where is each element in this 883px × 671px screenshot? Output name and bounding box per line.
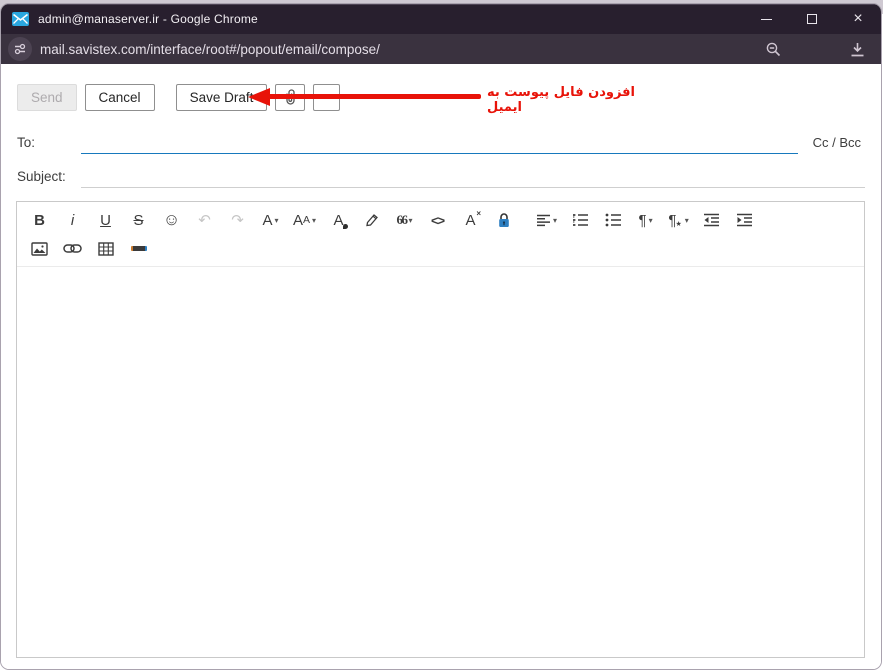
indent-icon <box>736 213 753 227</box>
to-input[interactable] <box>81 132 798 154</box>
undo-button[interactable]: ↶ <box>194 208 215 232</box>
highlighter-icon <box>364 212 380 228</box>
close-icon: × <box>853 11 862 27</box>
table-icon <box>98 242 114 256</box>
tune-icon <box>13 42 27 56</box>
browser-popup-window: admin@manaserver.ir - Google Chrome × ma… <box>0 3 882 670</box>
maximize-icon <box>807 14 817 24</box>
close-button[interactable]: × <box>835 4 881 34</box>
horizontal-rule-icon <box>131 246 147 251</box>
outdent-button[interactable] <box>701 208 722 232</box>
toolbar-row-1: B i U S ☺ ↶ ↷ A ▾ A A <box>23 205 858 235</box>
bold-button[interactable]: B <box>29 208 50 232</box>
star-icon: ★ <box>675 220 681 228</box>
browser-urlbar: mail.savistex.com/interface/root#/popout… <box>1 34 881 64</box>
italic-button[interactable]: i <box>62 208 83 232</box>
chevron-down-icon: ▾ <box>312 216 316 225</box>
quote-glyph: 66 <box>397 212 407 228</box>
redo-button[interactable]: ↷ <box>227 208 248 232</box>
subject-row: Subject: <box>17 166 881 188</box>
align-left-icon <box>536 214 551 227</box>
address-bar-url[interactable]: mail.savistex.com/interface/root#/popout… <box>40 42 380 57</box>
small-x-icon: × <box>476 209 481 218</box>
maximize-button[interactable] <box>789 4 835 34</box>
subject-input[interactable] <box>81 166 865 188</box>
code-button[interactable]: <> <box>427 208 448 232</box>
minimize-button[interactable] <box>743 4 789 34</box>
link-icon <box>63 243 82 254</box>
insert-table-button[interactable] <box>95 237 116 261</box>
unordered-list-button[interactable] <box>602 208 623 232</box>
underline-button[interactable]: U <box>95 208 116 232</box>
annotation-text: افزودن فایل پیوست به ایمیل <box>487 85 667 115</box>
align-button[interactable]: ▾ <box>536 208 557 232</box>
paragraph-special-button[interactable]: ¶ ★ ▾ <box>668 208 689 232</box>
zoom-out-button[interactable] <box>757 34 789 64</box>
paragraph-style-button[interactable]: ¶ ▾ <box>635 208 656 232</box>
window-titlebar: admin@manaserver.ir - Google Chrome × <box>1 4 881 34</box>
font-size-button[interactable]: A A ▾ <box>293 208 316 232</box>
zoom-out-icon <box>765 41 782 58</box>
ordered-list-button[interactable] <box>569 208 590 232</box>
subject-label: Subject: <box>17 169 81 188</box>
cc-bcc-link[interactable]: Cc / Bcc <box>813 135 881 154</box>
font-family-glyph: A <box>262 212 272 229</box>
color-droplet-icon <box>343 224 348 229</box>
unordered-list-icon <box>605 213 621 227</box>
rich-text-editor: B i U S ☺ ↶ ↷ A ▾ A A <box>16 201 865 658</box>
chevron-down-icon: ▾ <box>649 216 653 225</box>
chevron-down-icon: ▾ <box>275 216 279 225</box>
lock-icon <box>497 212 511 229</box>
send-button[interactable]: Send <box>17 84 77 111</box>
to-label: To: <box>17 135 81 154</box>
strikethrough-button[interactable]: S <box>128 208 149 232</box>
screen: admin@manaserver.ir - Google Chrome × ma… <box>0 0 883 671</box>
download-icon <box>849 41 866 58</box>
minimize-icon <box>761 19 772 20</box>
font-color-glyph: A <box>334 212 344 229</box>
font-size-glyph-large: A <box>293 212 303 229</box>
indent-button[interactable] <box>734 208 755 232</box>
message-body-input[interactable] <box>17 267 864 657</box>
blockquote-button[interactable]: 66 ▾ <box>394 208 415 232</box>
clear-format-glyph: A <box>466 212 476 229</box>
image-icon <box>31 242 48 256</box>
ordered-list-icon <box>572 213 588 227</box>
compose-page: Send Cancel Save Draft افزودن فایل پیوست… <box>1 64 881 669</box>
clear-format-button[interactable]: A × <box>460 208 481 232</box>
font-size-glyph-small: A <box>303 214 310 226</box>
pilcrow-glyph: ¶ <box>639 212 647 229</box>
chevron-down-icon: ▾ <box>409 216 413 225</box>
lock-button[interactable] <box>493 208 514 232</box>
to-row: To: Cc / Bcc <box>17 132 881 154</box>
insert-link-button[interactable] <box>62 237 83 261</box>
insert-image-button[interactable] <box>29 237 50 261</box>
font-color-button[interactable]: A <box>328 208 349 232</box>
emoji-button[interactable]: ☺ <box>161 208 182 232</box>
cancel-button[interactable]: Cancel <box>85 84 155 111</box>
highlight-button[interactable] <box>361 208 382 232</box>
mail-favicon-icon <box>12 12 29 26</box>
toolbar-row-2 <box>23 235 858 262</box>
annotation-arrow-line <box>267 94 481 99</box>
window-title: admin@manaserver.ir - Google Chrome <box>38 12 258 26</box>
download-button[interactable] <box>841 34 873 64</box>
editor-toolbar: B i U S ☺ ↶ ↷ A ▾ A A <box>17 202 864 267</box>
font-family-button[interactable]: A ▾ <box>260 208 281 232</box>
chevron-down-icon: ▾ <box>553 216 557 225</box>
site-settings-button[interactable] <box>8 37 32 61</box>
chevron-down-icon: ▾ <box>685 216 689 225</box>
outdent-icon <box>703 213 720 227</box>
horizontal-rule-button[interactable] <box>128 237 149 261</box>
